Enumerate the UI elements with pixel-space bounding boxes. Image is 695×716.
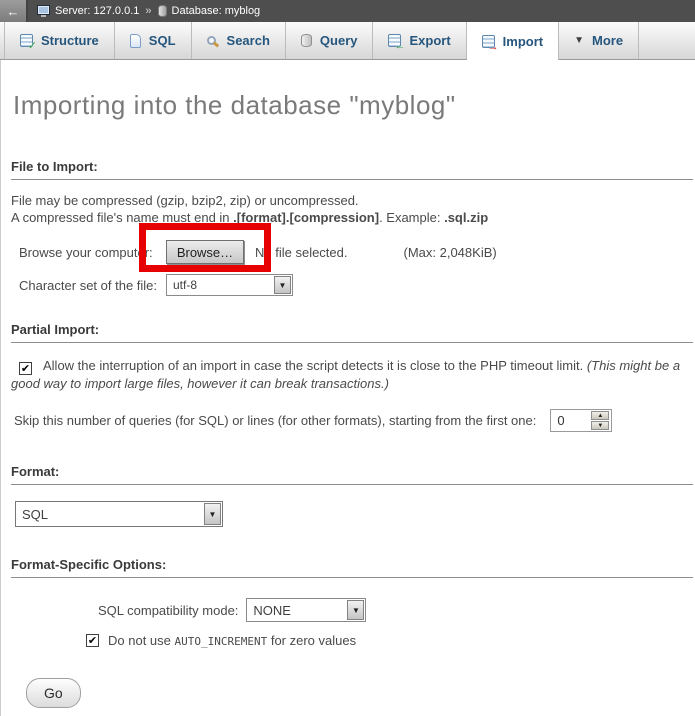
format-specific-options-heading: Format-Specific Options: [11,557,693,578]
auto-increment-text-pre: Do not use [108,633,175,648]
go-button[interactable]: Go [26,678,81,708]
auto-increment-text: Do not use AUTO_INCREMENT for zero value… [108,633,356,648]
tab-export[interactable]: ← Export [373,22,466,59]
file-help-text: File may be compressed (gzip, bzip2, zip… [11,192,689,226]
allow-interruption-text: Allow the interruption of an import in c… [43,358,587,373]
import-icon: → [482,35,495,48]
format-heading: Format: [11,464,693,485]
file-selected-status: No file selected. [255,245,348,260]
file-help-line2-pre: A compressed file's name must end in [11,210,233,225]
file-to-import-heading: File to Import: [11,159,693,180]
tab-sql-label: SQL [149,33,176,48]
auto-increment-text-post: for zero values [267,633,356,648]
breadcrumb-separator: » [145,5,151,17]
sql-compatibility-label: SQL compatibility mode: [98,603,238,618]
browse-row: Browse your computer: Browse… No file se… [19,240,695,264]
charset-select[interactable]: utf-8 ▼ [166,274,293,296]
database-icon [158,5,167,17]
page-title: Importing into the database "myblog" [13,90,695,121]
allow-interruption-row: ✔ Allow the interruption of an import in … [11,357,689,393]
sql-page-icon [130,34,141,48]
auto-increment-row: ✔ Do not use AUTO_INCREMENT for zero val… [86,633,695,648]
charset-dropdown-arrow-icon[interactable]: ▼ [274,276,291,294]
export-arrow-icon: ← [394,41,405,52]
chevron-down-icon: ▼ [574,35,584,46]
auto-increment-checkbox[interactable]: ✔ [86,634,99,647]
back-arrow-button[interactable]: ← [0,0,28,22]
tab-sql[interactable]: SQL [115,22,192,59]
sql-compatibility-row: SQL compatibility mode: NONE ▼ [98,598,695,622]
tab-query[interactable]: Query [286,22,374,59]
breadcrumb-server-link[interactable]: Server: 127.0.0.1 [55,5,139,17]
allow-interruption-checkbox[interactable]: ✔ [19,362,32,375]
charset-label: Character set of the file: [19,278,166,293]
server-icon [37,5,50,15]
format-dropdown-arrow-icon[interactable]: ▼ [204,503,221,525]
sql-compatibility-value: NONE [253,603,291,618]
skip-queries-row: Skip this number of queries (for SQL) or… [14,409,695,432]
stepper-buttons: ▲ ▼ [591,411,609,430]
tab-import[interactable]: → Import [467,22,559,60]
partial-import-heading: Partial Import: [11,322,693,343]
tab-more-label: More [592,33,623,48]
import-page-content: Importing into the database "myblog" Fil… [0,60,695,716]
tab-more[interactable]: ▼ More [559,22,639,59]
query-database-icon [301,34,312,47]
tab-search-label: Search [227,33,270,48]
skip-queries-label: Skip this number of queries (for SQL) or… [14,413,536,428]
file-help-format-pattern: .[format].[compression] [233,210,379,225]
compat-dropdown-arrow-icon[interactable]: ▼ [347,600,364,620]
stepper-down-button[interactable]: ▼ [591,421,609,430]
file-help-line1: File may be compressed (gzip, bzip2, zip… [11,193,359,208]
import-arrow-icon: → [488,42,499,53]
format-select[interactable]: SQL ▼ [15,501,223,527]
tab-search[interactable]: Search [192,22,286,59]
structure-icon: ✓ [20,34,33,47]
export-icon: ← [388,34,401,47]
max-upload-size: (Max: 2,048KiB) [404,245,497,260]
stepper-up-button[interactable]: ▲ [591,411,609,420]
format-selected-value: SQL [22,507,48,522]
back-arrow-icon: ← [7,4,20,19]
browse-button[interactable]: Browse… [166,240,244,264]
structure-check-icon: ✓ [28,41,37,52]
search-icon-handle [212,41,219,47]
search-icon [207,36,216,45]
tab-structure-label: Structure [41,33,99,48]
tab-query-label: Query [320,33,358,48]
breadcrumb-database-link[interactable]: Database: myblog [172,5,261,17]
tab-structure[interactable]: ✓ Structure [4,22,115,59]
file-help-line2-mid: . Example: [379,210,444,225]
skip-queries-value[interactable]: 0 [551,413,591,428]
browse-label: Browse your computer: [19,245,166,260]
server-icon-stand [41,15,46,17]
skip-queries-stepper[interactable]: 0 ▲ ▼ [550,409,612,432]
breadcrumb-bar: ← Server: 127.0.0.1 » Database: myblog [0,0,695,22]
tab-bar: ✓ Structure SQL Search Query ← Export → … [0,22,695,60]
charset-row: Character set of the file: utf-8 ▼ [19,274,695,296]
sql-compatibility-select[interactable]: NONE ▼ [246,598,366,622]
auto-increment-code: AUTO_INCREMENT [175,635,268,648]
file-help-example: .sql.zip [444,210,488,225]
tab-export-label: Export [409,33,450,48]
charset-selected-value: utf-8 [173,278,197,292]
tab-import-label: Import [503,34,543,49]
